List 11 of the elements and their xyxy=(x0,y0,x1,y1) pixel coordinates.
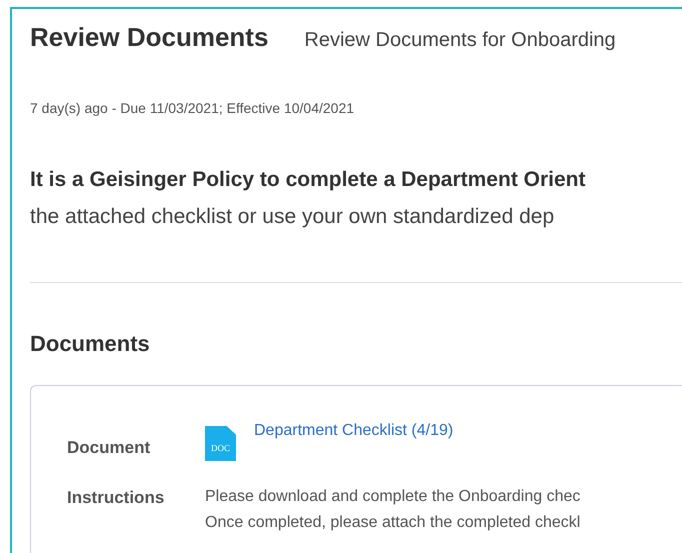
field-label: Instructions xyxy=(67,488,166,508)
page-subtitle: Review Documents for Onboarding xyxy=(304,29,616,52)
due-date-text: 7 day(s) ago - Due 11/03/2021; Effective 10/04/2021 xyxy=(30,100,356,116)
field-label: Document xyxy=(67,438,152,458)
doc-file-icon: DOC xyxy=(205,426,236,461)
instructions-text: Please download and complete the Onboarding chec Once completed, please attach the completed checkl xyxy=(205,487,580,533)
policy-text: the attached checklist or use your own standardized dep xyxy=(30,204,556,230)
policy-text: It is a Geisinger Policy to complete a Department Orient xyxy=(30,167,586,193)
document-link[interactable]: Department Checklist (4/19) xyxy=(254,422,454,440)
page-title: Review Documents xyxy=(30,22,268,53)
section-heading: Documents xyxy=(30,331,151,357)
